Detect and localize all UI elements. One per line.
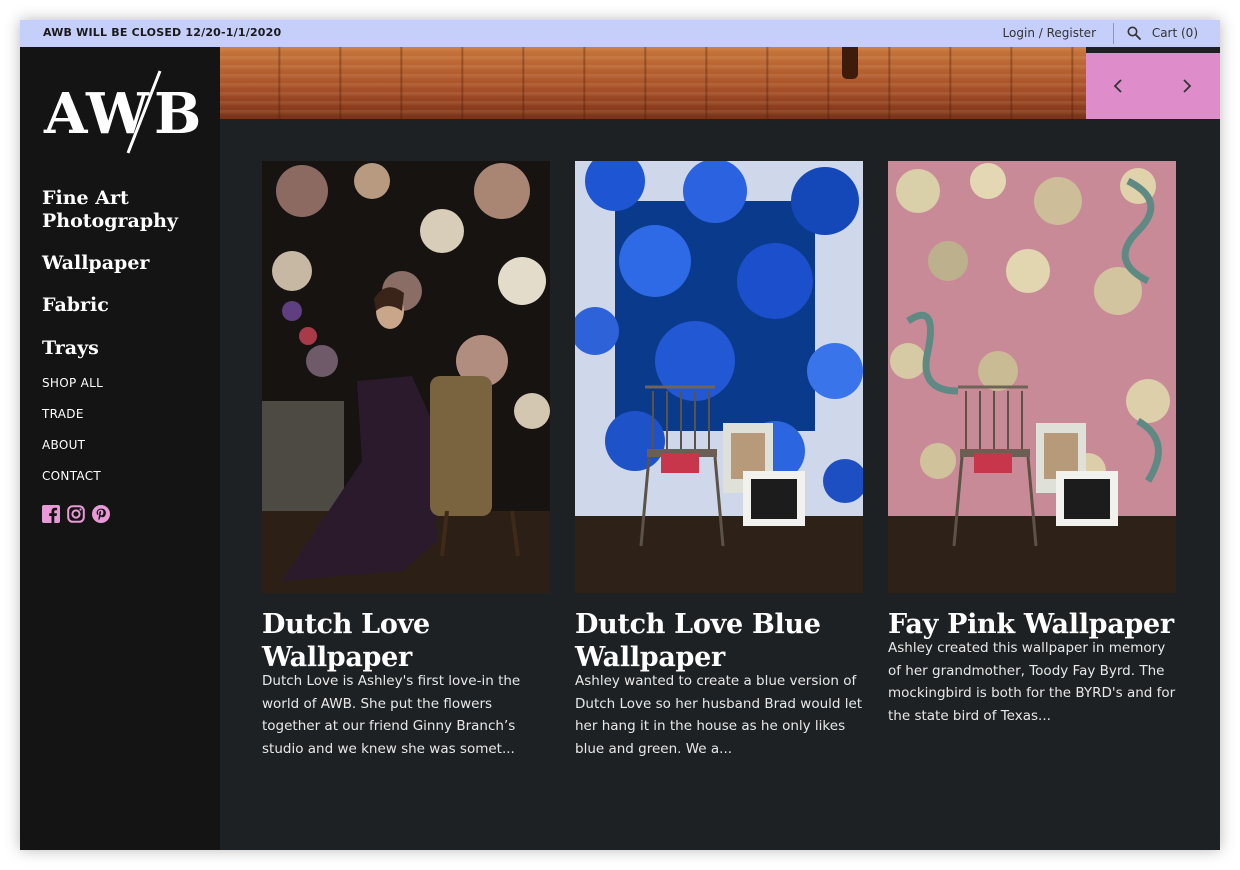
product-image-dutch-love-blue[interactable]: [575, 161, 863, 593]
page-frame: AWB WILL BE CLOSED 12/20-1/1/2020 Login …: [20, 20, 1220, 850]
slider-nav: [1086, 53, 1220, 119]
search-icon[interactable]: [1127, 26, 1141, 40]
sidebar-item-trays[interactable]: Trays: [42, 337, 212, 360]
svg-text:A: A: [43, 81, 89, 147]
chevron-right-icon[interactable]: [1176, 76, 1196, 96]
svg-text:B: B: [154, 81, 201, 147]
chevron-left-icon[interactable]: [1109, 76, 1129, 96]
product-title[interactable]: Dutch Love Blue Wallpaper: [575, 608, 867, 674]
awb-logo[interactable]: A W B: [42, 69, 202, 155]
product-image-fay-pink[interactable]: [888, 161, 1176, 593]
facebook-icon[interactable]: [42, 505, 60, 523]
login-register-link[interactable]: Login / Register: [1003, 26, 1096, 40]
cart-link[interactable]: Cart (0): [1152, 26, 1198, 40]
pinterest-icon[interactable]: [92, 505, 110, 523]
product-description: Ashley wanted to create a blue version o…: [575, 673, 863, 757]
sidebar-item-wallpaper[interactable]: Wallpaper: [42, 252, 212, 275]
svg-text:W: W: [85, 81, 150, 147]
announcement-text: AWB WILL BE CLOSED 12/20-1/1/2020: [43, 26, 282, 39]
sidebar-item-fabric[interactable]: Fabric: [42, 294, 212, 317]
sidebar-item-trade[interactable]: TRADE: [42, 407, 84, 421]
sidebar-item-about[interactable]: ABOUT: [42, 438, 85, 452]
instagram-icon[interactable]: [67, 505, 85, 523]
product-image-dutch-love[interactable]: [262, 161, 550, 593]
sidebar-item-shop-all[interactable]: SHOP ALL: [42, 376, 103, 390]
product-description: Ashley created this wallpaper in memory …: [888, 640, 1176, 724]
announcement-bar: AWB WILL BE CLOSED 12/20-1/1/2020 Login …: [20, 20, 1220, 47]
product-title[interactable]: Dutch Love Wallpaper: [262, 608, 554, 674]
sidebar-item-fine-art-photography[interactable]: Fine Art Photography: [42, 187, 212, 233]
sidebar: A W B Fine Art Photography Wallpaper Fab…: [20, 47, 220, 850]
product-description: Dutch Love is Ashley's first love-in the…: [262, 673, 521, 757]
header-divider: [1113, 23, 1114, 44]
sidebar-item-contact[interactable]: CONTACT: [42, 469, 101, 483]
hero-banner-image: [220, 47, 1086, 119]
